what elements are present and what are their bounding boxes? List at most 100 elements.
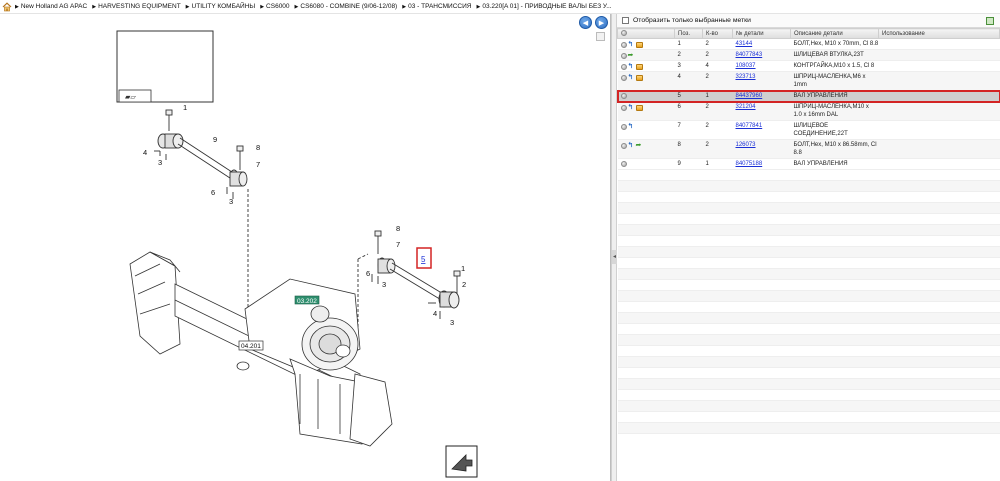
empty-cell: [878, 301, 1000, 313]
callout-6-upper[interactable]: 6: [211, 188, 215, 197]
part-number-link[interactable]: 84075188: [736, 161, 763, 167]
package-icon[interactable]: [635, 74, 643, 81]
callout-4-upper[interactable]: 4: [143, 148, 147, 157]
callout-8-lower[interactable]: 8: [396, 224, 400, 233]
empty-cell: [790, 345, 879, 357]
callout-7-lower[interactable]: 7: [396, 240, 400, 249]
empty-cell: [878, 169, 1000, 181]
breadcrumb-item-brand[interactable]: ▶ New Holland AG APAC: [15, 3, 87, 10]
table-row[interactable]: ↰ 1 2 43144 БОЛТ,Hex, M10 x 70mm, Cl 8.8: [617, 38, 1000, 50]
callout-1-lower[interactable]: 1: [461, 264, 465, 273]
empty-cell: [878, 268, 1000, 280]
table-row[interactable]: 9 1 84075188 ВАЛ УПРАВЛЕНИЯ: [617, 158, 1000, 170]
empty-cell: [732, 257, 791, 269]
empty-table-row: [617, 235, 1000, 247]
callout-2[interactable]: 2: [462, 280, 466, 289]
reference-tag-03-202[interactable]: 03.202: [294, 295, 320, 305]
callout-3-lower-b[interactable]: 3: [450, 318, 454, 327]
breadcrumb-item-category[interactable]: ▶ HARVESTING EQUIPMENT: [92, 3, 180, 10]
package-icon[interactable]: [635, 63, 643, 70]
table-row[interactable]: ↰ 3 4 108037 КОНТРГАЙКА,M10 x 1.5, Cl 8: [617, 60, 1000, 72]
info-arrow-icon[interactable]: ↰: [628, 74, 635, 81]
callout-3-upper-a[interactable]: 3: [158, 158, 162, 167]
callout-8-upper[interactable]: 8: [256, 143, 260, 152]
package-icon[interactable]: [635, 104, 643, 111]
callout-5-highlighted[interactable]: 5: [416, 247, 432, 269]
select-circle-icon[interactable]: [620, 93, 627, 99]
table-row[interactable]: ↰ 6 2 321204 ШПРИЦ-МАСЛЕНКА,M10 x 1.0 x 16mm…: [617, 101, 1000, 121]
part-number-link[interactable]: 84077841: [736, 123, 763, 129]
part-number-link[interactable]: 43144: [736, 41, 753, 47]
callout-7-upper[interactable]: 7: [256, 160, 260, 169]
select-circle-icon[interactable]: [620, 142, 627, 149]
breadcrumb-item-section[interactable]: ▶ 03 - ТРАНСМИССИЯ: [402, 3, 471, 10]
empty-cell: [674, 213, 703, 225]
callout-9[interactable]: 9: [213, 135, 217, 144]
table-row[interactable]: ↰ 4 2 323713 ШПРИЦ-МАСЛЕНКА,M6 x 1mm: [617, 71, 1000, 91]
callout-4-lower[interactable]: 4: [433, 309, 437, 318]
select-circle-icon[interactable]: [620, 41, 627, 48]
empty-cell: [790, 180, 879, 192]
home-icon[interactable]: [2, 1, 12, 12]
column-header-quantity[interactable]: К-во: [702, 28, 733, 39]
package-icon[interactable]: [635, 41, 643, 48]
replacement-arrow-icon[interactable]: ➦: [636, 142, 643, 149]
callout-1-upper[interactable]: 1: [183, 103, 187, 112]
next-page-arrow-icon[interactable]: [445, 445, 478, 478]
callout-3-lower-a[interactable]: 3: [382, 280, 386, 289]
table-row[interactable]: 5 1 84437960 ВАЛ УПРАВЛЕНИЯ: [617, 89, 1000, 103]
part-number-link[interactable]: 126073: [736, 142, 756, 148]
settings-circle-icon[interactable]: [621, 29, 627, 36]
column-header-description[interactable]: Описание детали: [790, 28, 879, 39]
breadcrumb-item-series[interactable]: ▶ CS6000: [260, 3, 289, 10]
reference-tag-04-201[interactable]: 04.201: [238, 340, 264, 351]
info-arrow-icon[interactable]: ↰: [628, 123, 635, 130]
select-circle-icon[interactable]: [620, 74, 627, 81]
info-arrow-icon[interactable]: ↰: [628, 142, 635, 149]
part-number-link[interactable]: 108037: [736, 63, 756, 69]
breadcrumb-item-subcategory[interactable]: ▶ UTILITY КОМБАЙНЫ: [186, 3, 256, 10]
info-arrow-icon[interactable]: ↰: [628, 63, 635, 70]
info-arrow-icon[interactable]: ↰: [628, 41, 635, 48]
svg-text:03.202: 03.202: [297, 298, 317, 305]
cell-position: 4: [674, 71, 703, 91]
info-arrow-icon[interactable]: ↰: [628, 104, 635, 111]
part-number-link[interactable]: 84077843: [736, 52, 763, 58]
part-number-link[interactable]: 323713: [736, 74, 756, 80]
empty-cell: [790, 411, 879, 423]
empty-cell: [878, 356, 1000, 368]
empty-table-row: [617, 356, 1000, 368]
select-circle-icon[interactable]: [620, 161, 627, 167]
empty-cell: [674, 279, 703, 291]
callout-3-upper-b[interactable]: 3: [229, 197, 233, 206]
column-header-position[interactable]: Поз.: [674, 28, 703, 39]
column-header-usage[interactable]: Использование: [878, 28, 1000, 39]
breadcrumb-item-model[interactable]: ▶ CS6080 - COMBINE (9/06-12/08): [295, 3, 398, 10]
select-circle-icon[interactable]: [620, 52, 627, 59]
previous-diagram-button[interactable]: ◀: [579, 16, 592, 29]
empty-cell: [702, 356, 733, 368]
select-circle-icon[interactable]: [620, 104, 627, 111]
arrow-right-icon: ▶: [598, 20, 605, 27]
callout-6-lower[interactable]: 6: [366, 269, 370, 278]
breadcrumb-item-page[interactable]: ▶ 03.220[A 01] - ПРИВОДНЫЕ ВАЛЫ БЕЗ У...: [476, 3, 611, 10]
part-number-link[interactable]: 84437960: [736, 93, 763, 99]
next-diagram-button[interactable]: ▶: [595, 16, 608, 29]
empty-table-row: [617, 246, 1000, 258]
empty-cell: [790, 290, 879, 302]
show-selected-only-checkbox[interactable]: [622, 17, 629, 24]
expand-pane-icon[interactable]: [596, 32, 605, 41]
select-circle-icon[interactable]: [620, 63, 627, 70]
part-number-link[interactable]: 321204: [736, 104, 756, 110]
table-row[interactable]: ↰ 7 2 84077841 ШЛИЦЕВОЕ СОЕДИНЕНИЕ,22T: [617, 120, 1000, 140]
table-row[interactable]: ↰ ➦ 8 2 126073 БОЛТ,Hex, M10 x 86.58mm, Cl 8.…: [617, 139, 1000, 159]
table-row[interactable]: ➦ 2 2 84077843 ШЛИЦЕВАЯ ВТУЛКА,23T: [617, 49, 1000, 61]
empty-cell: [674, 345, 703, 357]
column-header-part-number[interactable]: № детали: [732, 28, 791, 39]
export-list-icon[interactable]: [986, 17, 994, 25]
replacement-arrow-icon[interactable]: ➦: [628, 52, 635, 59]
thumbnail-icon: ▰▱: [125, 93, 136, 101]
exploded-parts-diagram[interactable]: ▰▱ 03.202 04.201 1 9 4 3 8 7 6 3 8 7 6 3…: [0, 14, 610, 481]
select-circle-icon[interactable]: [620, 123, 627, 130]
row-icons-group: [620, 92, 675, 99]
